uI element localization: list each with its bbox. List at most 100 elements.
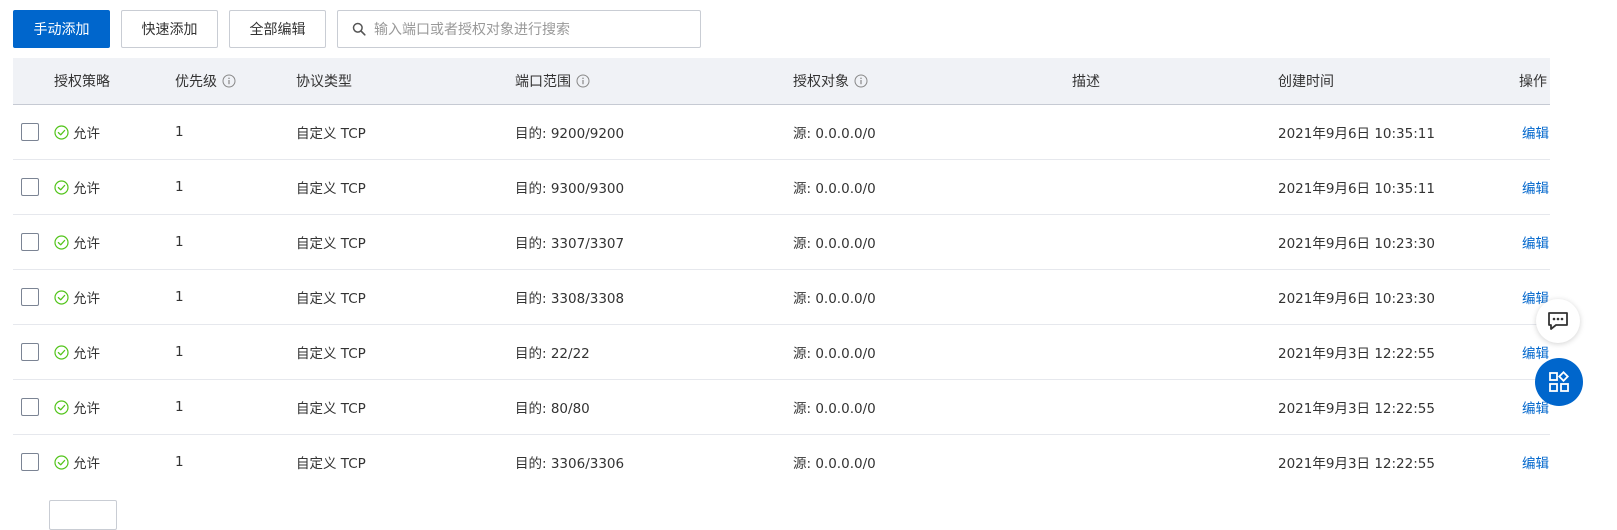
header-port-range-label: 端口范围 [515, 74, 571, 90]
protocol-cell: 自定义 TCP [296, 236, 366, 252]
header-policy: 授权策略 [54, 74, 110, 90]
created-time-cell: 2021年9月3日 12:22:55 [1278, 401, 1435, 417]
page-size-select[interactable] [49, 500, 117, 530]
policy-label: 允许 [73, 401, 100, 417]
header-auth-object: 授权对象 [793, 58, 868, 104]
edit-all-button[interactable]: 全部编辑 [229, 10, 326, 48]
protocol-cell: 自定义 TCP [296, 181, 366, 197]
row-checkbox[interactable] [21, 233, 39, 251]
table-row: 允许 1 自定义 TCP 目的: 3306/3306 源: 0.0.0.0/0 … [13, 435, 1550, 489]
header-auth-object-label: 授权对象 [793, 74, 849, 90]
auth-object-cell: 源: 0.0.0.0/0 [793, 291, 876, 307]
table-row: 允许 1 自定义 TCP 目的: 3307/3307 源: 0.0.0.0/0 … [13, 215, 1550, 270]
edit-link[interactable]: 编辑 [1522, 160, 1549, 214]
created-time-cell: 2021年9月6日 10:35:11 [1278, 181, 1435, 197]
created-time-cell: 2021年9月6日 10:23:30 [1278, 291, 1435, 307]
search-placeholder: 输入端口或者授权对象进行搜索 [374, 22, 570, 38]
check-circle-icon [54, 234, 69, 250]
policy-label: 允许 [73, 236, 100, 252]
toolbar: 手动添加 快速添加 全部编辑 输入端口或者授权对象进行搜索 [13, 10, 701, 48]
check-circle-icon [54, 179, 69, 195]
edit-link[interactable]: 编辑 [1522, 215, 1549, 269]
info-circle-icon[interactable] [576, 74, 590, 88]
created-time-cell: 2021年9月3日 12:22:55 [1278, 456, 1435, 472]
priority-cell: 1 [175, 399, 184, 415]
policy-label: 允许 [73, 291, 100, 307]
port-range-cell: 目的: 80/80 [515, 401, 590, 417]
table-row: 允许 1 自定义 TCP 目的: 9300/9300 源: 0.0.0.0/0 … [13, 160, 1550, 215]
chat-button[interactable] [1536, 299, 1580, 343]
port-range-cell: 目的: 9200/9200 [515, 126, 625, 142]
created-time-cell: 2021年9月6日 10:23:30 [1278, 236, 1435, 252]
search-icon [352, 22, 366, 36]
policy-cell: 允许 [54, 380, 100, 434]
policy-cell: 允许 [54, 105, 100, 159]
check-circle-icon [54, 124, 69, 140]
row-checkbox[interactable] [21, 398, 39, 416]
apps-grid-icon [1548, 371, 1570, 393]
header-port-range: 端口范围 [515, 58, 590, 104]
header-protocol: 协议类型 [296, 74, 352, 90]
protocol-cell: 自定义 TCP [296, 456, 366, 472]
protocol-cell: 自定义 TCP [296, 401, 366, 417]
security-group-rules-table: 授权策略 优先级 协议类型 端口范围 授权对象 描述 创建时间 操作 允许 1 … [13, 58, 1550, 489]
check-circle-icon [54, 399, 69, 415]
table-body: 允许 1 自定义 TCP 目的: 9200/9200 源: 0.0.0.0/0 … [13, 105, 1550, 489]
row-checkbox[interactable] [21, 453, 39, 471]
policy-cell: 允许 [54, 270, 100, 324]
policy-label: 允许 [73, 456, 100, 472]
row-checkbox[interactable] [21, 123, 39, 141]
table-row: 允许 1 自定义 TCP 目的: 80/80 源: 0.0.0.0/0 2021… [13, 380, 1550, 435]
policy-label: 允许 [73, 181, 100, 197]
priority-cell: 1 [175, 344, 184, 360]
created-time-cell: 2021年9月6日 10:35:11 [1278, 126, 1435, 142]
priority-cell: 1 [175, 234, 184, 250]
priority-cell: 1 [175, 289, 184, 305]
header-description: 描述 [1072, 74, 1100, 90]
priority-cell: 1 [175, 124, 184, 140]
check-circle-icon [54, 344, 69, 360]
row-checkbox[interactable] [21, 178, 39, 196]
header-created: 创建时间 [1278, 74, 1334, 90]
port-range-cell: 目的: 22/22 [515, 346, 590, 362]
quick-add-button[interactable]: 快速添加 [121, 10, 218, 48]
auth-object-cell: 源: 0.0.0.0/0 [793, 456, 876, 472]
port-range-cell: 目的: 3308/3308 [515, 291, 625, 307]
port-range-cell: 目的: 3306/3306 [515, 456, 625, 472]
header-priority: 优先级 [175, 58, 236, 104]
policy-cell: 允许 [54, 215, 100, 269]
port-range-cell: 目的: 9300/9300 [515, 181, 625, 197]
check-circle-icon [54, 454, 69, 470]
edit-link[interactable]: 编辑 [1522, 105, 1549, 159]
auth-object-cell: 源: 0.0.0.0/0 [793, 126, 876, 142]
policy-label: 允许 [73, 346, 100, 362]
protocol-cell: 自定义 TCP [296, 126, 366, 142]
policy-label: 允许 [73, 126, 100, 142]
priority-cell: 1 [175, 179, 184, 195]
apps-button[interactable] [1535, 358, 1583, 406]
table-row: 允许 1 自定义 TCP 目的: 22/22 源: 0.0.0.0/0 2021… [13, 325, 1550, 380]
chat-bubble-icon [1546, 310, 1570, 332]
table-row: 允许 1 自定义 TCP 目的: 9200/9200 源: 0.0.0.0/0 … [13, 105, 1550, 160]
row-checkbox[interactable] [21, 288, 39, 306]
row-checkbox[interactable] [21, 343, 39, 361]
created-time-cell: 2021年9月3日 12:22:55 [1278, 346, 1435, 362]
check-circle-icon [54, 289, 69, 305]
info-circle-icon[interactable] [854, 74, 868, 88]
auth-object-cell: 源: 0.0.0.0/0 [793, 346, 876, 362]
edit-link[interactable]: 编辑 [1522, 435, 1549, 489]
auth-object-cell: 源: 0.0.0.0/0 [793, 236, 876, 252]
protocol-cell: 自定义 TCP [296, 291, 366, 307]
policy-cell: 允许 [54, 325, 100, 379]
search-input[interactable]: 输入端口或者授权对象进行搜索 [337, 10, 701, 48]
policy-cell: 允许 [54, 435, 100, 489]
auth-object-cell: 源: 0.0.0.0/0 [793, 181, 876, 197]
info-circle-icon[interactable] [222, 74, 236, 88]
header-priority-label: 优先级 [175, 74, 217, 90]
table-header: 授权策略 优先级 协议类型 端口范围 授权对象 描述 创建时间 操作 [13, 58, 1550, 105]
manual-add-button[interactable]: 手动添加 [13, 10, 110, 48]
priority-cell: 1 [175, 454, 184, 470]
policy-cell: 允许 [54, 160, 100, 214]
table-row: 允许 1 自定义 TCP 目的: 3308/3308 源: 0.0.0.0/0 … [13, 270, 1550, 325]
protocol-cell: 自定义 TCP [296, 346, 366, 362]
